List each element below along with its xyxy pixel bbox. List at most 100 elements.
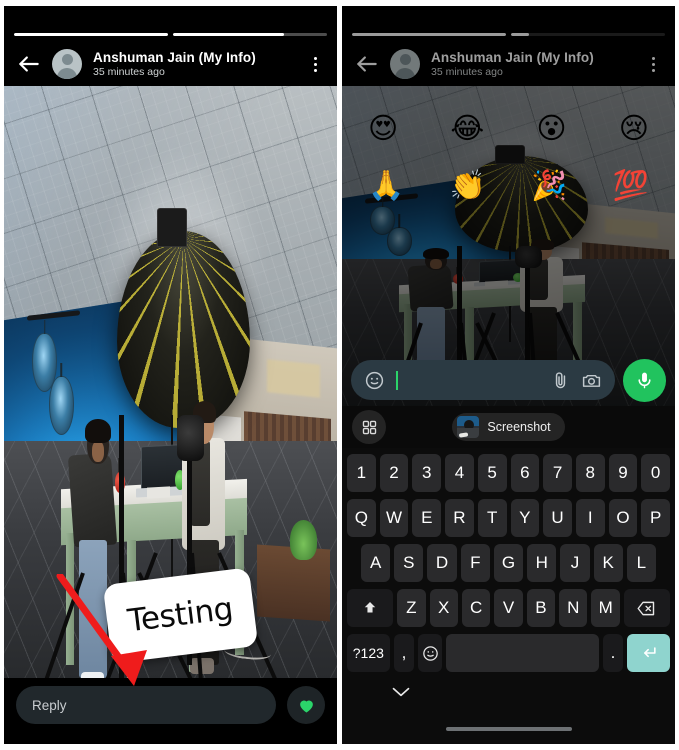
key-j[interactable]: J: [560, 544, 590, 582]
screenshot-thumbnail: [457, 416, 480, 438]
key-s[interactable]: S: [394, 544, 424, 582]
story-progress-segment[interactable]: [14, 33, 168, 36]
key-9[interactable]: 9: [608, 454, 638, 492]
more-options-icon[interactable]: [307, 56, 325, 72]
plant: [290, 520, 318, 560]
on-screen-keyboard: 1234567890 QWERTYUIOP ASDFGHJKL ZXCVBNM: [342, 448, 675, 744]
person-left-torso: [67, 453, 118, 548]
space-key[interactable]: [445, 634, 599, 672]
person-left-face: [91, 441, 104, 463]
open-mouth-emoji[interactable]: 😮: [536, 114, 566, 143]
joy-emoji[interactable]: 😂: [450, 114, 484, 143]
camera-icon[interactable]: [581, 370, 602, 391]
story-progress-segment[interactable]: [173, 33, 327, 36]
clipboard-chip[interactable]: Screenshot: [452, 413, 565, 441]
reply-bar: Reply: [4, 678, 337, 744]
key-t[interactable]: T: [477, 499, 507, 537]
enter-key[interactable]: [627, 634, 670, 672]
symbols-key[interactable]: ?123: [347, 634, 390, 672]
emoji-icon[interactable]: [364, 370, 385, 391]
emoji-reaction-row: 🙏 👏 🎉 💯: [368, 171, 649, 200]
key-l[interactable]: L: [626, 544, 656, 582]
key-8[interactable]: 8: [575, 454, 605, 492]
key-n[interactable]: N: [559, 589, 588, 627]
story-progress-segment[interactable]: [511, 33, 665, 36]
person-left-legs: [78, 540, 108, 679]
key-b[interactable]: B: [526, 589, 556, 627]
back-arrow-icon[interactable]: [16, 51, 42, 77]
green-heart-icon[interactable]: [287, 686, 325, 724]
story-progress-bars: [14, 33, 327, 36]
key-1[interactable]: 1: [346, 454, 376, 492]
emoji-key[interactable]: [418, 634, 442, 672]
softbox-head: [157, 207, 188, 248]
story-photo[interactable]: Testing: [4, 86, 337, 744]
keyboard-row-numbers: 1234567890: [345, 454, 672, 492]
text-cursor: [396, 370, 398, 390]
key-5[interactable]: 5: [477, 454, 507, 492]
screenshot-canvas: Anshuman Jain (My Info) 35 minutes ago T…: [0, 0, 679, 750]
story-timestamp: 35 minutes ago: [93, 65, 165, 78]
key-y[interactable]: Y: [510, 499, 540, 537]
key-m[interactable]: M: [591, 589, 620, 627]
key-q[interactable]: Q: [346, 499, 376, 537]
keyboard-row-space: ?123 , .: [345, 634, 672, 672]
message-input-pill[interactable]: [351, 360, 615, 400]
key-f[interactable]: F: [460, 544, 490, 582]
back-arrow-icon[interactable]: [354, 51, 380, 77]
period-key[interactable]: .: [602, 634, 624, 672]
clipboard-grid-icon[interactable]: [352, 410, 386, 444]
key-x[interactable]: X: [429, 589, 458, 627]
key-3[interactable]: 3: [412, 454, 442, 492]
contact-name: Anshuman Jain (My Info): [93, 49, 256, 65]
key-d[interactable]: D: [427, 544, 457, 582]
left-phone-panel: Anshuman Jain (My Info) 35 minutes ago T…: [4, 6, 337, 744]
key-o[interactable]: O: [608, 499, 638, 537]
key-i[interactable]: I: [575, 499, 605, 537]
comma-key[interactable]: ,: [393, 634, 415, 672]
key-r[interactable]: R: [445, 499, 474, 537]
key-g[interactable]: G: [493, 544, 524, 582]
backspace-key[interactable]: [623, 589, 671, 627]
story-timestamp: 35 minutes ago: [431, 65, 503, 78]
cry-emoji[interactable]: 😢: [619, 114, 649, 143]
hide-keyboard-chevron[interactable]: [391, 685, 411, 697]
key-2[interactable]: 2: [379, 454, 409, 492]
contact-name: Anshuman Jain (My Info): [431, 49, 594, 65]
key-0[interactable]: 0: [641, 454, 671, 492]
key-v[interactable]: V: [494, 589, 523, 627]
avatar[interactable]: [52, 49, 82, 79]
key-4[interactable]: 4: [445, 454, 474, 492]
home-indicator: [445, 727, 572, 731]
key-h[interactable]: H: [527, 544, 557, 582]
shift-key[interactable]: [347, 589, 394, 627]
key-6[interactable]: 6: [510, 454, 540, 492]
key-7[interactable]: 7: [543, 454, 572, 492]
key-u[interactable]: U: [543, 499, 572, 537]
clap-emoji[interactable]: 👏: [450, 171, 486, 200]
story-header-text: Anshuman Jain (My Info) 35 minutes ago: [93, 50, 307, 79]
key-c[interactable]: C: [461, 589, 491, 627]
message-input-bar: [342, 354, 675, 406]
key-z[interactable]: Z: [397, 589, 426, 627]
reply-input[interactable]: Reply: [16, 686, 276, 724]
story-header-text: Anshuman Jain (My Info) 35 minutes ago: [431, 50, 645, 79]
keyboard-bottom-bar: [345, 679, 672, 744]
hundred-emoji[interactable]: 💯: [613, 171, 649, 200]
avatar[interactable]: [390, 49, 420, 79]
story-progress-segment[interactable]: [352, 33, 506, 36]
more-options-icon[interactable]: [645, 56, 663, 72]
party-popper-emoji[interactable]: 🎉: [531, 171, 567, 200]
microphone-icon[interactable]: [623, 358, 666, 402]
key-p[interactable]: P: [641, 499, 671, 537]
reply-placeholder: Reply: [32, 697, 67, 713]
key-e[interactable]: E: [412, 499, 442, 537]
key-k[interactable]: K: [593, 544, 623, 582]
heart-eyes-emoji[interactable]: 😍: [368, 114, 398, 143]
key-a[interactable]: A: [361, 544, 391, 582]
attachment-icon[interactable]: [550, 370, 571, 391]
key-w[interactable]: W: [379, 499, 409, 537]
story-progress-bars: [352, 33, 665, 36]
suggestion-chip-wrapper: Screenshot: [386, 413, 631, 441]
pray-emoji[interactable]: 🙏: [368, 171, 404, 200]
